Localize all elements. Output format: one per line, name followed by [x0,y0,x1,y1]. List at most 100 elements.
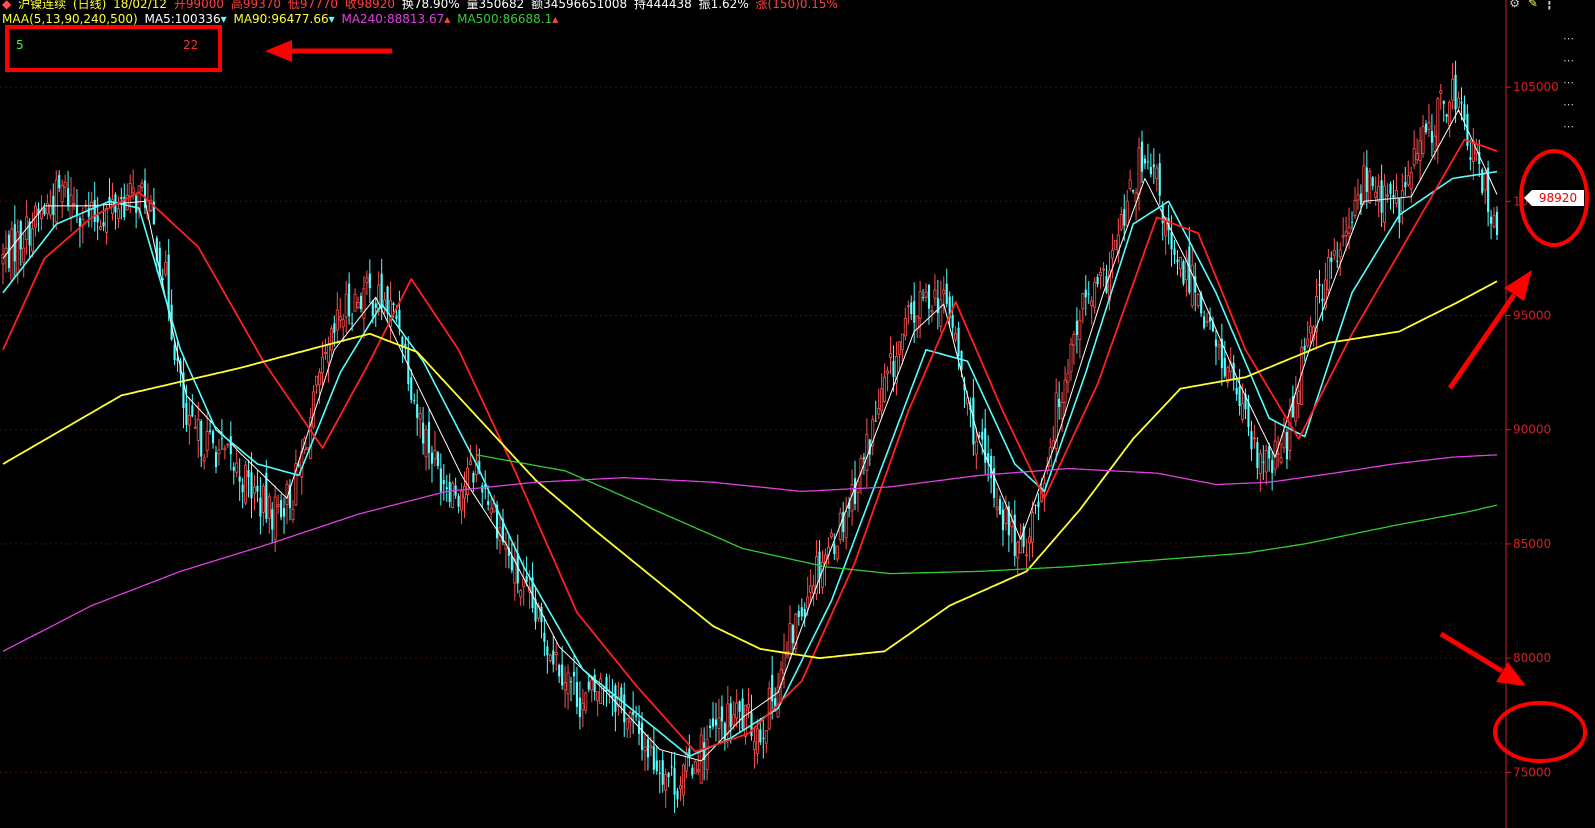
candle-body [1400,190,1404,212]
candle-body [191,405,194,417]
candle [741,688,744,731]
side-glyph[interactable]: ⋯ [1563,116,1575,138]
side-glyph[interactable]: ⋯ [1563,28,1575,50]
candle-body [1336,260,1339,262]
candle-body [1341,235,1345,238]
candle [424,424,428,471]
candle-body [185,402,188,426]
candle [1054,378,1058,463]
candle-body [359,295,363,310]
candle-body [1460,101,1463,104]
candle [1010,509,1014,543]
candle [788,605,792,661]
period-label[interactable]: (日线) [73,0,106,11]
candle-body [416,404,419,418]
candle-body [1268,446,1271,459]
candle-body [472,472,475,483]
candle [282,497,286,534]
candle [324,338,327,361]
candle-body [63,182,67,188]
candle-body [1084,289,1087,298]
candle-body [699,734,703,784]
candle [984,408,987,475]
candle-body [951,315,954,328]
candle [797,604,800,626]
candle-body [942,290,946,295]
candle [575,666,578,715]
candle [348,272,351,325]
candle-body [998,499,1002,515]
maa-label[interactable]: MAA(5,13,90,240,500) [2,12,138,26]
candle [1318,269,1321,304]
side-glyph[interactable]: ⋯ [1563,72,1575,94]
candle-body [791,625,794,644]
candle [143,168,147,215]
candle-body [261,485,265,513]
candle-body [22,247,26,263]
ma-line-ma500 [476,454,1498,575]
candle-body [1442,100,1445,104]
candle-body [1326,256,1330,291]
gear-icon[interactable]: ⚙ [1509,0,1520,10]
last-price-tag: 98920 [1524,190,1584,206]
candle [871,415,875,456]
y-tick-label: 85000 [1513,537,1551,551]
candle-body [54,179,58,223]
candle-body [235,462,239,473]
candle-body [1427,122,1431,130]
candle [548,653,552,663]
candle [22,233,26,278]
candle-body [708,725,712,729]
candle [1037,493,1040,521]
candle-body [217,449,221,455]
candle [1140,130,1144,184]
candle-body [1306,338,1310,347]
candle-body [581,702,585,711]
candle [1297,383,1301,419]
candle [1087,281,1090,304]
candle [762,718,765,759]
candle-body [572,671,576,677]
candle [1409,166,1413,203]
candle-body [744,704,748,737]
candle [918,280,922,339]
candle [1075,307,1078,354]
candle [922,289,925,302]
more-icon[interactable]: ┇ [1546,0,1553,10]
candle-body [800,607,803,617]
candle-body [1359,193,1362,205]
candle [1217,340,1221,360]
candle-body [200,421,203,457]
candle [703,727,706,781]
candle-body [759,729,762,743]
candle-body [1481,169,1484,193]
kline-chart[interactable]: 7500080000850009000095000100000105000 [0,0,1595,828]
candle-body [1457,97,1461,109]
candle [1176,250,1179,276]
candle-body [587,681,590,690]
candle [19,219,22,266]
candle [1262,445,1265,480]
instrument-name[interactable]: 沪镍连续 [18,0,66,11]
candle [1282,417,1286,454]
side-glyph[interactable]: ⋯ [1563,94,1575,116]
pen-icon[interactable]: ✎ [1528,0,1538,10]
candle-body [252,486,256,494]
side-glyph[interactable]: ⋯ [1563,50,1575,72]
candle [1182,259,1185,286]
candle-body [439,468,442,492]
candle [1164,216,1168,255]
candle-body [445,487,448,490]
candle [1188,226,1191,295]
ma90-value: MA90:96477.66 [233,12,329,26]
candle [63,174,67,198]
candle-body [569,681,573,683]
candle-body [741,698,744,729]
candle [720,695,723,739]
ma500-up-arrow-icon: ▴ [552,12,559,26]
candlesticks[interactable] [1,60,1499,813]
candle [510,543,513,574]
candle [995,487,999,518]
candle [205,412,209,458]
candle [1078,309,1082,359]
